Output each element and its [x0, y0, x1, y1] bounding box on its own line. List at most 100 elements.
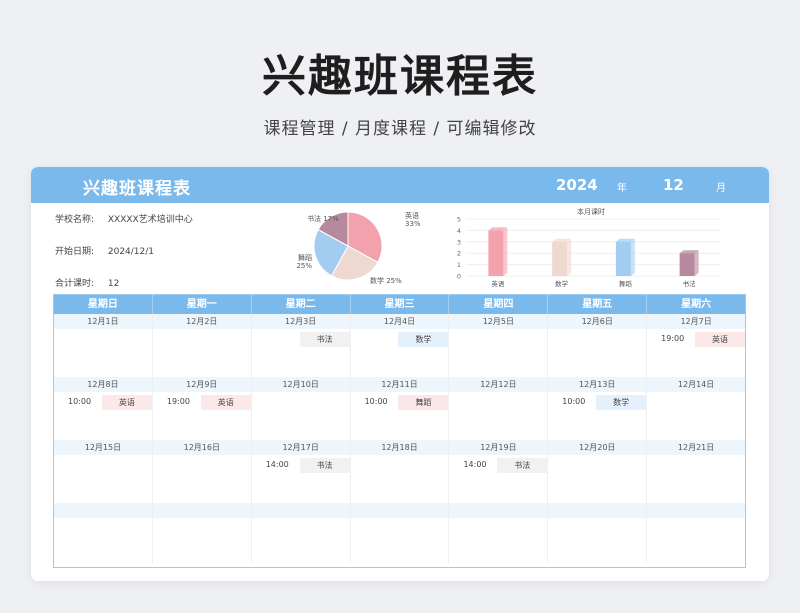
weekday-tue: 星期二 — [252, 295, 351, 314]
school-name-value[interactable]: XXXXX艺术培训中心 — [108, 215, 193, 225]
day-date — [548, 503, 647, 518]
calendar-day-cell[interactable]: 12月12日 — [449, 377, 549, 440]
page-title: 兴趣班课程表 — [262, 51, 538, 102]
calendar-day-cell[interactable] — [152, 503, 252, 564]
calendar-day-cell[interactable]: 12月7日 19:00 英语 — [647, 314, 746, 377]
calendar-day-cell[interactable]: 12月8日 10:00 英语 — [54, 377, 153, 440]
day-date: 12月5日 — [449, 314, 548, 329]
calendar-day-cell[interactable]: 12月4日数学 — [350, 314, 450, 377]
weekday-sun: 星期日 — [54, 295, 153, 314]
day-date: 12月6日 — [548, 314, 647, 329]
class-entry[interactable]: 19:00 英语 — [153, 395, 251, 410]
school-name-row: 学校名称: XXXXX艺术培训中心 — [55, 212, 193, 225]
day-date: 12月12日 — [449, 377, 548, 392]
weekday-mon: 星期一 — [153, 295, 252, 314]
start-date-value[interactable]: 2024/12/1 — [108, 247, 154, 257]
class-time: 10:00 — [364, 397, 388, 406]
total-hours-label: 合计课时: — [55, 279, 95, 289]
day-date: 12月17日 — [251, 440, 350, 455]
class-entry[interactable]: 19:00 英语 — [647, 332, 746, 347]
class-time: 19:00 — [166, 397, 190, 406]
bar-math — [552, 238, 572, 276]
day-date: 12月13日 — [548, 377, 647, 392]
month-unit: 月 — [716, 183, 726, 194]
start-date-label: 开始日期: — [55, 247, 95, 257]
day-date: 12月20日 — [548, 440, 647, 455]
class-entry[interactable]: 10:00 舞蹈 — [351, 395, 449, 410]
class-subject: 数学 — [398, 332, 449, 347]
calendar-day-cell[interactable]: 12月9日 19:00 英语 — [152, 377, 252, 440]
class-entry[interactable]: 10:00 数学 — [548, 395, 647, 410]
day-date: 12月15日 — [54, 440, 152, 455]
bar-calligraphy — [679, 250, 699, 276]
class-subject: 英语 — [200, 395, 251, 410]
day-date: 12月11日 — [350, 377, 449, 392]
page-subtitle: 课程管理 / 月度课程 / 可编辑修改 — [263, 119, 537, 139]
day-date — [152, 503, 251, 518]
class-entry[interactable]: 14:00 书法 — [252, 458, 350, 473]
calendar-day-cell[interactable]: 12月3日书法 — [251, 314, 351, 377]
calendar-day-cell[interactable]: 12月19日 14:00 书法 — [449, 440, 549, 503]
calendar-day-cell[interactable] — [449, 503, 549, 564]
total-hours-value: 12 — [107, 279, 120, 289]
calendar-day-cell[interactable]: 12月1日 — [54, 314, 153, 377]
class-subject: 书法 — [497, 458, 548, 473]
pie-label: 数学 25% — [370, 276, 402, 285]
calendar-day-cell[interactable] — [350, 503, 450, 564]
calendar-day-cell[interactable]: 12月17日 14:00 书法 — [251, 440, 351, 503]
card-header: 兴趣班课程表 2024 年 12 月 — [31, 167, 769, 203]
day-date — [54, 503, 152, 518]
weekday-wed: 星期三 — [351, 295, 450, 314]
calendar-day-cell[interactable]: 12月14日 — [647, 377, 746, 440]
day-date: 12月19日 — [449, 440, 548, 455]
bar-x-label: 舞蹈 — [619, 279, 633, 288]
bar-chart-title: 本月课时 — [577, 207, 605, 216]
class-time: 10:00 — [68, 397, 92, 406]
bar-y-tick: 5 — [457, 216, 461, 224]
day-date — [251, 503, 350, 518]
calendar-day-cell[interactable]: 12月11日 10:00 舞蹈 — [350, 377, 450, 440]
class-time: 14:00 — [463, 460, 487, 469]
weekday-thu: 星期四 — [449, 295, 549, 314]
calendar-day-cell[interactable]: 12月15日 — [54, 440, 153, 503]
calendar-day-cell[interactable]: 12月20日 — [548, 440, 648, 503]
bar-y-tick: 1 — [457, 261, 461, 269]
day-date: 12月16日 — [152, 440, 251, 455]
pie-label: 舞蹈 25% — [296, 253, 312, 270]
total-hours-row: 合计课时: 12 — [55, 276, 119, 289]
calendar-week-row: 12月15日 12月16日 12月17日 14:00 书法 12月18日 12月19日 14:… — [54, 440, 746, 503]
class-subject: 数学 — [596, 395, 647, 410]
class-entry[interactable]: 10:00 英语 — [54, 395, 152, 410]
day-date: 12月14日 — [647, 377, 746, 392]
calendar-day-cell[interactable]: 12月21日 — [647, 440, 746, 503]
calendar-day-cell[interactable]: 12月18日 — [350, 440, 450, 503]
card-title: 兴趣班课程表 — [83, 179, 191, 199]
day-date: 12月3日 — [251, 314, 350, 329]
calendar-day-cell[interactable]: 12月6日 — [548, 314, 648, 377]
bar-x-label: 英语 — [491, 279, 505, 288]
calendar-day-cell[interactable]: 12月2日 — [152, 314, 252, 377]
calendar-day-cell[interactable]: 12月13日 10:00 数学 — [548, 377, 648, 440]
class-subject: 舞蹈 — [398, 395, 449, 410]
day-date: 12月4日 — [350, 314, 449, 329]
bar-y-tick: 3 — [457, 238, 461, 246]
calendar-day-cell[interactable]: 12月5日 — [449, 314, 549, 377]
year-value[interactable]: 2024 — [556, 176, 598, 194]
calendar-weeks: 12月1日 12月2日 12月3日 书法 12月4日 数学 12月5日 12月6日 12月7日 1… — [54, 314, 746, 564]
calendar-day-cell[interactable] — [647, 503, 746, 564]
bar-x-label: 书法 — [683, 279, 697, 288]
day-date — [647, 503, 746, 518]
bar-y-tick: 4 — [457, 227, 461, 235]
class-entry[interactable]: 14:00 书法 — [449, 458, 548, 473]
class-entry[interactable]: 书法 — [252, 332, 350, 347]
calendar-day-cell[interactable]: 12月10日 — [251, 377, 351, 440]
calendar-day-cell[interactable] — [548, 503, 648, 564]
calendar-day-cell[interactable] — [251, 503, 351, 564]
calendar-day-cell[interactable]: 12月16日 — [152, 440, 252, 503]
calendar-day-cell[interactable] — [54, 503, 153, 564]
class-entry[interactable]: 数学 — [351, 332, 449, 347]
month-value[interactable]: 12 — [663, 176, 684, 194]
class-subject: 书法 — [299, 332, 350, 347]
bar-x-label: 数学 — [555, 279, 569, 288]
day-date: 12月1日 — [54, 314, 152, 329]
